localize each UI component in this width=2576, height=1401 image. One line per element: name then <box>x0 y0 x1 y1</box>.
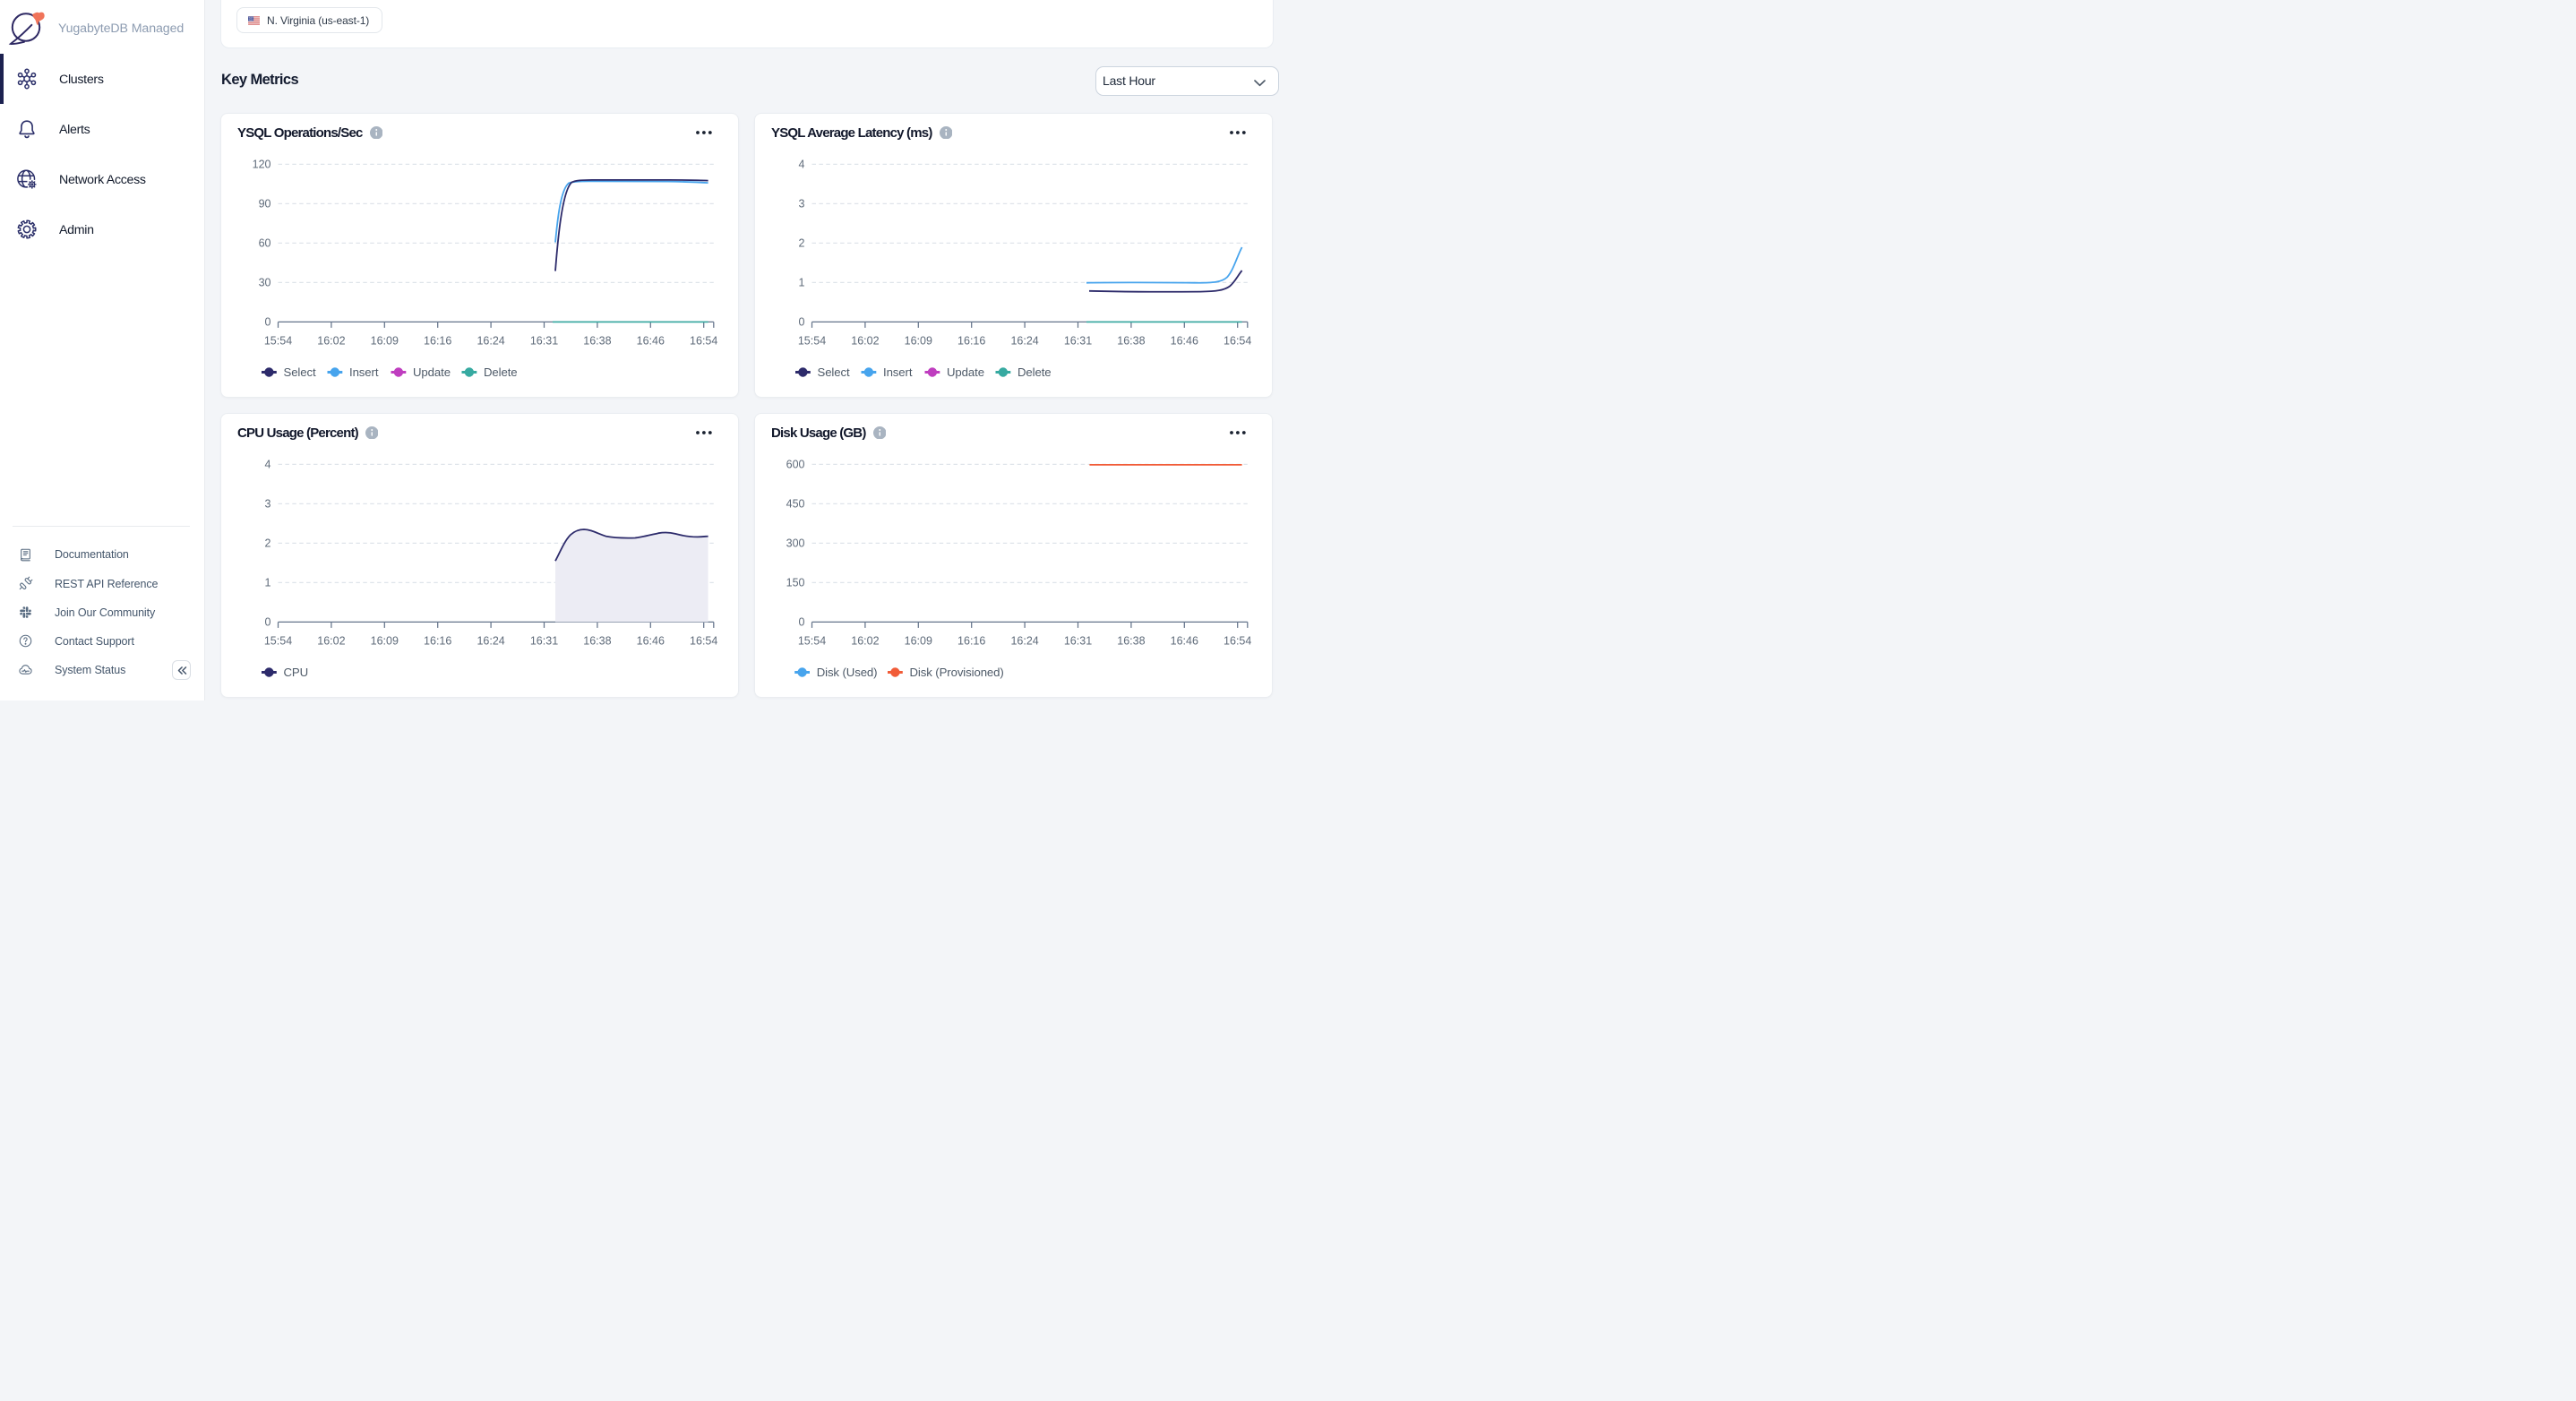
svg-text:16:38: 16:38 <box>1117 634 1145 647</box>
svg-text:16:38: 16:38 <box>583 634 611 647</box>
svg-text:16:46: 16:46 <box>1171 334 1198 347</box>
svg-text:300: 300 <box>786 537 805 549</box>
svg-text:450: 450 <box>786 497 805 510</box>
svg-text:4: 4 <box>265 458 271 470</box>
svg-text:Update: Update <box>947 365 984 379</box>
svg-text:3: 3 <box>799 197 805 210</box>
svg-text:16:54: 16:54 <box>690 634 717 647</box>
svg-text:16:02: 16:02 <box>317 334 345 347</box>
svg-text:16:24: 16:24 <box>477 634 504 647</box>
svg-text:0: 0 <box>265 315 271 328</box>
svg-text:16:38: 16:38 <box>583 334 611 347</box>
svg-text:16:16: 16:16 <box>424 334 451 347</box>
svg-text:0: 0 <box>799 315 805 328</box>
svg-text:16:31: 16:31 <box>530 634 558 647</box>
svg-text:Disk (Provisioned): Disk (Provisioned) <box>910 666 1004 679</box>
svg-text:16:02: 16:02 <box>851 334 879 347</box>
svg-text:30: 30 <box>259 276 271 288</box>
svg-text:2: 2 <box>799 236 805 249</box>
svg-text:16:02: 16:02 <box>851 634 879 647</box>
svg-text:15:54: 15:54 <box>798 634 826 647</box>
svg-text:15:54: 15:54 <box>264 334 292 347</box>
svg-text:16:46: 16:46 <box>1171 634 1198 647</box>
svg-text:16:54: 16:54 <box>690 334 717 347</box>
svg-text:Delete: Delete <box>484 365 518 379</box>
svg-text:16:54: 16:54 <box>1224 334 1251 347</box>
svg-text:16:16: 16:16 <box>424 634 451 647</box>
svg-text:16:31: 16:31 <box>1064 634 1092 647</box>
svg-text:Select: Select <box>818 365 850 379</box>
svg-text:16:16: 16:16 <box>957 334 985 347</box>
svg-text:1: 1 <box>265 576 271 589</box>
svg-text:15:54: 15:54 <box>264 634 292 647</box>
svg-text:Select: Select <box>284 365 316 379</box>
svg-text:16:09: 16:09 <box>371 334 399 347</box>
svg-text:16:46: 16:46 <box>637 334 665 347</box>
svg-text:16:02: 16:02 <box>317 634 345 647</box>
svg-text:15:54: 15:54 <box>798 334 826 347</box>
svg-text:16:54: 16:54 <box>1224 634 1251 647</box>
svg-text:16:46: 16:46 <box>637 634 665 647</box>
svg-text:16:24: 16:24 <box>1010 334 1038 347</box>
svg-text:60: 60 <box>259 236 271 249</box>
svg-text:16:31: 16:31 <box>1064 334 1092 347</box>
svg-text:1: 1 <box>799 276 805 288</box>
svg-text:Insert: Insert <box>883 365 913 379</box>
svg-text:0: 0 <box>265 615 271 628</box>
svg-text:150: 150 <box>786 576 805 589</box>
svg-text:600: 600 <box>786 458 805 470</box>
svg-text:16:24: 16:24 <box>477 334 504 347</box>
svg-text:4: 4 <box>799 158 805 170</box>
svg-text:16:31: 16:31 <box>530 334 558 347</box>
svg-text:90: 90 <box>259 197 271 210</box>
svg-text:Delete: Delete <box>1018 365 1052 379</box>
svg-text:0: 0 <box>799 615 805 628</box>
svg-text:Disk (Used): Disk (Used) <box>817 666 878 679</box>
svg-text:2: 2 <box>265 537 271 549</box>
svg-text:Insert: Insert <box>349 365 379 379</box>
svg-text:16:38: 16:38 <box>1117 334 1145 347</box>
svg-text:CPU: CPU <box>284 666 309 679</box>
svg-text:16:16: 16:16 <box>957 634 985 647</box>
svg-text:120: 120 <box>253 158 271 170</box>
svg-text:16:24: 16:24 <box>1010 634 1038 647</box>
svg-text:Update: Update <box>413 365 451 379</box>
svg-text:16:09: 16:09 <box>905 634 932 647</box>
svg-text:3: 3 <box>265 497 271 510</box>
svg-text:16:09: 16:09 <box>371 634 399 647</box>
svg-text:16:09: 16:09 <box>905 334 932 347</box>
